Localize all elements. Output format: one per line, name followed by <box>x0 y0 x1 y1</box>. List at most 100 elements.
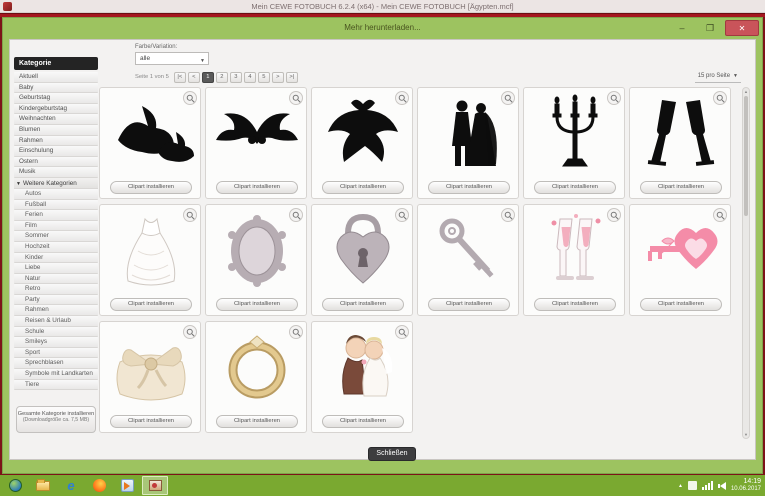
close-dialog-button[interactable]: Schließen <box>368 447 416 461</box>
sidebar-subitem-sommer[interactable]: Sommer <box>14 231 98 242</box>
sidebar-subitem-hochzeit[interactable]: Hochzeit <box>14 242 98 253</box>
magnifier-icon[interactable] <box>501 91 515 105</box>
sidebar-subitem-retro[interactable]: Retro <box>14 284 98 295</box>
install-clipart-button[interactable]: Clipart installieren <box>428 298 510 311</box>
magnifier-icon[interactable] <box>713 91 727 105</box>
last-page-button[interactable]: >| <box>286 72 298 83</box>
clipart-tile-candelabra[interactable]: Clipart installieren <box>523 87 625 199</box>
page-button-1[interactable]: 1 <box>202 72 214 83</box>
install-clipart-button[interactable]: Clipart installieren <box>640 181 722 194</box>
network-icon[interactable] <box>702 481 713 490</box>
magnifier-icon[interactable] <box>289 208 303 222</box>
more-categories-expander[interactable]: ▼Weitere Kategorien <box>14 178 98 189</box>
sidebar-item-rahmen[interactable]: Rahmen <box>14 136 98 147</box>
clipart-tile-heart-key[interactable]: Clipart installieren <box>629 204 731 316</box>
sidebar-subitem-liebe[interactable]: Liebe <box>14 263 98 274</box>
sidebar-subitem-ferien[interactable]: Ferien <box>14 210 98 221</box>
magnifier-icon[interactable] <box>183 91 197 105</box>
taskbar-item-cewe-active[interactable] <box>142 476 168 495</box>
magnifier-icon[interactable] <box>289 325 303 339</box>
install-clipart-button[interactable]: Clipart installieren <box>216 298 298 311</box>
sidebar-item-ostern[interactable]: Ostern <box>14 157 98 168</box>
magnifier-icon[interactable] <box>395 325 409 339</box>
magnifier-icon[interactable] <box>607 208 621 222</box>
sidebar-subitem-schule[interactable]: Schule <box>14 327 98 338</box>
prev-page-button[interactable]: < <box>188 72 200 83</box>
magnifier-icon[interactable] <box>713 208 727 222</box>
clipart-tile-flying-doves[interactable]: Clipart installieren <box>99 87 201 199</box>
install-clipart-button[interactable]: Clipart installieren <box>110 181 192 194</box>
install-clipart-button[interactable]: Clipart installieren <box>428 181 510 194</box>
magnifier-icon[interactable] <box>395 91 409 105</box>
clipart-tile-kissing-doves[interactable]: Clipart installieren <box>205 87 307 199</box>
clipart-tile-pink-flutes[interactable]: Clipart installieren <box>523 204 625 316</box>
clipart-tile-wedding-ring[interactable]: Clipart installieren <box>205 321 307 433</box>
magnifier-icon[interactable] <box>501 208 515 222</box>
install-clipart-button[interactable]: Clipart installieren <box>216 415 298 428</box>
sidebar-subitem-sport[interactable]: Sport <box>14 348 98 359</box>
install-all-category-button[interactable]: Gesamte Kategorie installieren (Download… <box>16 406 96 433</box>
per-page-select[interactable]: 15 pro Seite▼ <box>695 71 741 83</box>
sidebar-item-weihnachten[interactable]: Weihnachten <box>14 114 98 125</box>
sidebar-subitem-autos[interactable]: Autos <box>14 189 98 200</box>
clipart-tile-dove-ornament[interactable]: Clipart installieren <box>311 87 413 199</box>
page-button-4[interactable]: 4 <box>244 72 256 83</box>
magnifier-icon[interactable] <box>395 208 409 222</box>
clipart-tile-heart-padlock[interactable]: Clipart installieren <box>311 204 413 316</box>
sidebar-subitem-sprechblasen[interactable]: Sprechblasen <box>14 358 98 369</box>
clipart-tile-ring-pillow[interactable]: Clipart installieren <box>99 321 201 433</box>
install-clipart-button[interactable]: Clipart installieren <box>322 415 404 428</box>
clipart-tile-ornate-mirror[interactable]: Clipart installieren <box>205 204 307 316</box>
magnifier-icon[interactable] <box>607 91 621 105</box>
magnifier-icon[interactable] <box>183 208 197 222</box>
sidebar-item-kindergeburtstag[interactable]: Kindergeburtstag <box>14 104 98 115</box>
taskbar-item-firefox[interactable] <box>86 476 112 495</box>
install-clipart-button[interactable]: Clipart installieren <box>110 415 192 428</box>
clipart-tile-bride-groom[interactable]: Clipart installieren <box>417 87 519 199</box>
taskbar-item-media-player[interactable] <box>114 476 140 495</box>
volume-icon[interactable] <box>718 482 726 490</box>
sidebar-subitem-natur[interactable]: Natur <box>14 274 98 285</box>
sidebar-subitem-film[interactable]: Film <box>14 221 98 232</box>
taskbar-item-internet-explorer[interactable]: e <box>58 476 84 495</box>
first-page-button[interactable]: |< <box>174 72 186 83</box>
sidebar-subitem-kinder[interactable]: Kinder <box>14 253 98 264</box>
sidebar-subitem-tiere[interactable]: Tiere <box>14 380 98 391</box>
clipart-tile-wedding-dress[interactable]: Clipart installieren <box>99 204 201 316</box>
magnifier-icon[interactable] <box>289 91 303 105</box>
minimize-button[interactable]: – <box>669 20 695 36</box>
page-button-2[interactable]: 2 <box>216 72 228 83</box>
page-button-5[interactable]: 5 <box>258 72 270 83</box>
action-center-icon[interactable] <box>688 481 697 490</box>
page-button-3[interactable]: 3 <box>230 72 242 83</box>
install-clipart-button[interactable]: Clipart installieren <box>534 181 616 194</box>
maximize-button[interactable]: ❐ <box>697 20 723 36</box>
install-clipart-button[interactable]: Clipart installieren <box>322 298 404 311</box>
install-clipart-button[interactable]: Clipart installieren <box>534 298 616 311</box>
clipart-tile-key[interactable]: Clipart installieren <box>417 204 519 316</box>
sidebar-subitem-smileys[interactable]: Smileys <box>14 337 98 348</box>
install-clipart-button[interactable]: Clipart installieren <box>216 181 298 194</box>
scroll-down-icon[interactable]: ▼ <box>743 432 749 437</box>
sidebar-item-geburtstag[interactable]: Geburtstag <box>14 93 98 104</box>
sidebar-subitem-fußball[interactable]: Fußball <box>14 200 98 211</box>
close-window-button[interactable]: ✕ <box>725 20 759 36</box>
sidebar-subitem-rahmen[interactable]: Rahmen <box>14 305 98 316</box>
sidebar-subitem-symbole-mit-landkarten[interactable]: Symbole mit Landkarten <box>14 369 98 380</box>
sidebar-item-einschulung[interactable]: Einschulung <box>14 146 98 157</box>
sidebar-item-baby[interactable]: Baby <box>14 83 98 94</box>
clock[interactable]: 14:19 10.06.2017 <box>731 478 761 493</box>
start-button[interactable] <box>2 476 28 495</box>
tray-expand-icon[interactable]: ▲ <box>678 483 683 489</box>
color-filter-select[interactable]: alle ▼ <box>135 52 209 65</box>
install-clipart-button[interactable]: Clipart installieren <box>322 181 404 194</box>
clipart-tile-kissing-couple[interactable]: Clipart installieren <box>311 321 413 433</box>
sidebar-item-aktuell[interactable]: Aktuell <box>14 72 98 83</box>
scrollbar-thumb[interactable] <box>744 96 748 216</box>
sidebar-item-blumen[interactable]: Blumen <box>14 125 98 136</box>
sidebar-subitem-reisen-urlaub[interactable]: Reisen & Urlaub <box>14 316 98 327</box>
sidebar-subitem-party[interactable]: Party <box>14 295 98 306</box>
clipart-tile-champagne-flutes[interactable]: Clipart installieren <box>629 87 731 199</box>
grid-scrollbar[interactable]: ▲ ▼ <box>742 87 750 439</box>
scroll-up-icon[interactable]: ▲ <box>743 89 749 94</box>
